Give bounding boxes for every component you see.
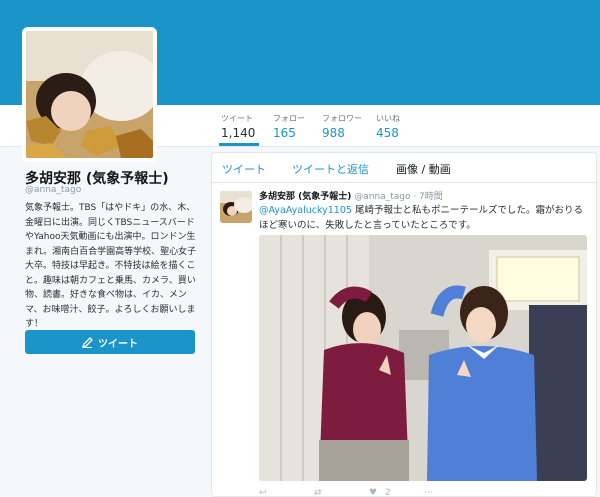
profile-handle[interactable]: @anna_tago: [25, 185, 81, 195]
compose-icon: [81, 336, 93, 348]
tab-media[interactable]: 画像 / 動画: [396, 161, 451, 177]
tweet-mention[interactable]: @AyaAyalucky1105: [259, 205, 352, 216]
avatar-photo: [26, 31, 153, 158]
stat-label: ツイート: [221, 114, 253, 123]
like-action[interactable]: ♥ 2: [369, 488, 391, 497]
stat-followers[interactable]: フォロワー 988: [322, 114, 362, 141]
stat-value: 988: [322, 126, 345, 140]
stat-value: 458: [376, 126, 399, 140]
like-count: 2: [384, 488, 391, 497]
reply-icon[interactable]: ↩: [259, 488, 267, 496]
stat-label: フォロー: [273, 114, 305, 123]
stat-tweets[interactable]: ツイート 1,140: [221, 114, 255, 141]
profile-bio: 気象予報士。TBS「はやドキ」の水、木、金曜日に出演。同じくTBSニュースバード…: [25, 203, 197, 329]
heart-icon: ♥: [369, 488, 378, 497]
stat-value: 1,140: [221, 126, 256, 140]
timeline-tabs: ツイート ツイートと返信 画像 / 動画: [212, 153, 596, 183]
tweet-author-name[interactable]: 多胡安那 (気象予報士): [259, 192, 351, 202]
tweet-button-label: ツイート: [98, 338, 138, 350]
avatar[interactable]: [22, 27, 157, 162]
retweet-icon[interactable]: ⇄: [314, 488, 322, 496]
stat-label: フォロワー: [322, 114, 362, 123]
stat-label: いいね: [376, 114, 400, 123]
stat-likes[interactable]: いいね 458: [376, 114, 400, 141]
tweet-button[interactable]: ツイート: [25, 330, 195, 354]
stat-value: 165: [273, 126, 296, 140]
tab-tweets-replies[interactable]: ツイートと返信: [292, 161, 369, 177]
tweet-header: 多胡安那 (気象予報士) @anna_tago · 7時間: [259, 189, 443, 202]
active-stat-indicator: [219, 143, 259, 146]
stat-following[interactable]: フォロー 165: [273, 114, 305, 141]
tweet-author-handle[interactable]: @anna_tago: [354, 192, 410, 202]
tweet-text: @AyaAyalucky1105 尾崎予報士と私もポニーテールズでした。霜がおり…: [259, 203, 589, 233]
tweet-avatar[interactable]: [220, 191, 252, 223]
tweet-photo[interactable]: [259, 235, 587, 481]
tab-tweets[interactable]: ツイート: [222, 161, 266, 177]
tweet-timestamp[interactable]: · 7時間: [413, 192, 442, 202]
timeline: ツイート ツイートと返信 画像 / 動画 多胡安那 (気象予報士) @anna_…: [211, 152, 597, 497]
more-icon[interactable]: ···: [424, 488, 433, 496]
tweet-item[interactable]: 多胡安那 (気象予報士) @anna_tago · 7時間 @AyaAyaluc…: [212, 183, 596, 497]
